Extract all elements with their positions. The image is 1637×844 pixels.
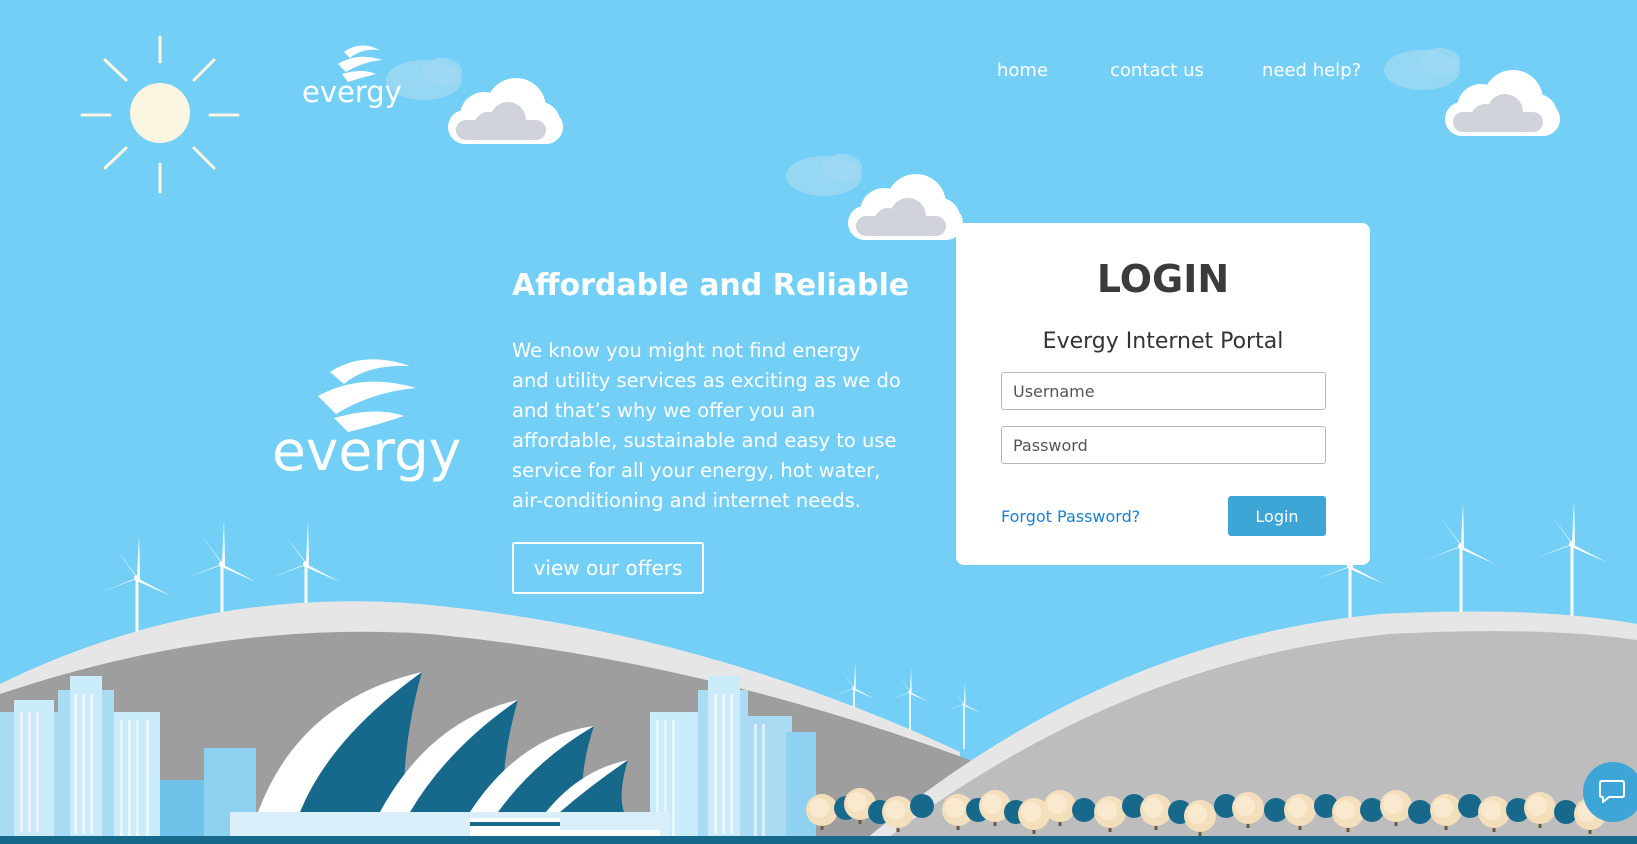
- nav-need-help-link[interactable]: need help?: [1262, 60, 1361, 81]
- nav-contact-us-link[interactable]: contact us: [1110, 60, 1204, 81]
- hero-logo: evergy: [272, 359, 461, 483]
- hero-title: Affordable and Reliable: [512, 268, 910, 303]
- top-navigation: home contact us need help?: [0, 60, 1637, 84]
- login-subtitle: Evergy Internet Portal: [1042, 329, 1284, 354]
- cloud-icon: [448, 78, 563, 144]
- chat-bubble-icon: [1599, 780, 1625, 803]
- view-offers-button[interactable]: view our offers: [512, 542, 704, 594]
- chat-widget-button[interactable]: [1583, 762, 1637, 822]
- password-input[interactable]: [1001, 426, 1326, 464]
- login-card: LOGIN Evergy Internet Portal Forgot Pass…: [956, 223, 1370, 565]
- login-title: LOGIN: [1096, 257, 1230, 301]
- login-button[interactable]: Login: [1228, 496, 1326, 536]
- cloud-icon: [848, 174, 963, 240]
- hero-logo-text: evergy: [272, 419, 461, 483]
- username-input[interactable]: [1001, 372, 1326, 410]
- forgot-password-link[interactable]: Forgot Password?: [1001, 507, 1140, 526]
- hero-description: We know you might not find energy and ut…: [512, 339, 901, 512]
- nav-home-link[interactable]: home: [997, 60, 1048, 81]
